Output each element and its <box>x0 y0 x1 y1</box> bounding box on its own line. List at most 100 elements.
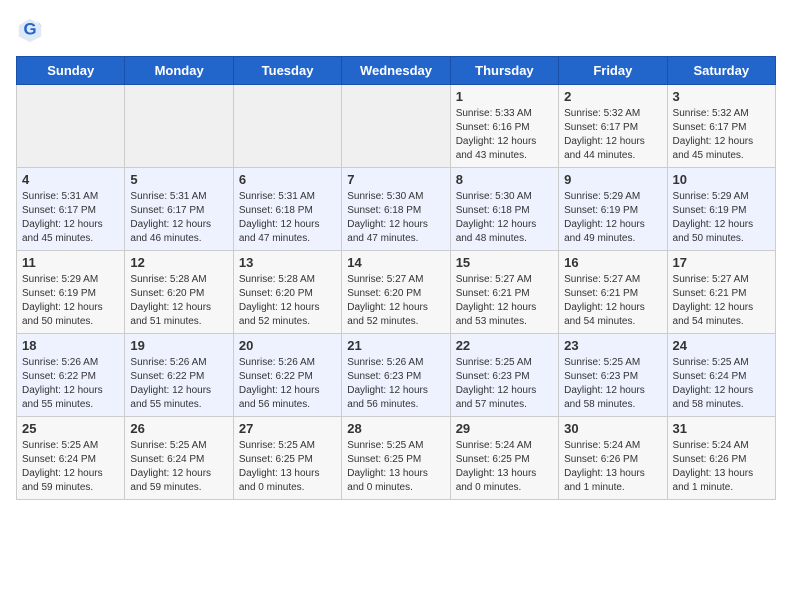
calendar-cell <box>342 85 450 168</box>
day-number: 14 <box>347 255 444 270</box>
day-number: 7 <box>347 172 444 187</box>
calendar-cell: 26 Sunrise: 5:25 AM Sunset: 6:24 PM Dayli… <box>125 417 233 500</box>
day-content: Sunrise: 5:29 AM Sunset: 6:19 PM Dayligh… <box>673 190 770 246</box>
day-number: 30 <box>564 421 661 436</box>
day-content: Sunrise: 5:25 AM Sunset: 6:25 PM Dayligh… <box>239 439 336 495</box>
day-number: 10 <box>673 172 770 187</box>
day-number: 1 <box>456 89 553 104</box>
day-content: Sunrise: 5:27 AM Sunset: 6:20 PM Dayligh… <box>347 273 444 329</box>
calendar-cell: 22Sunrise: 5:25 AM Sunset: 6:23 PM Dayli… <box>450 334 558 417</box>
calendar-cell: 12Sunrise: 5:28 AM Sunset: 6:20 PM Dayli… <box>125 251 233 334</box>
calendar-cell: 4 Sunrise: 5:31 AM Sunset: 6:17 PM Daylig… <box>17 168 125 251</box>
calendar-week-5: 25 Sunrise: 5:25 AM Sunset: 6:24 PM Dayli… <box>17 417 776 500</box>
day-number: 16 <box>564 255 661 270</box>
calendar-table: SundayMondayTuesdayWednesdayThursdayFrid… <box>16 56 776 500</box>
header-sunday: Sunday <box>17 57 125 85</box>
day-number: 28 <box>347 421 444 436</box>
logo: G <box>16 16 48 44</box>
calendar-cell: 10 Sunrise: 5:29 AM Sunset: 6:19 PM Dayli… <box>667 168 775 251</box>
day-content: Sunrise: 5:24 AM Sunset: 6:26 PM Dayligh… <box>673 439 770 495</box>
day-number: 15 <box>456 255 553 270</box>
calendar-week-2: 4 Sunrise: 5:31 AM Sunset: 6:17 PM Daylig… <box>17 168 776 251</box>
day-number: 26 <box>130 421 227 436</box>
day-number: 29 <box>456 421 553 436</box>
day-content: Sunrise: 5:25 AM Sunset: 6:24 PM Dayligh… <box>22 439 119 495</box>
day-content: Sunrise: 5:33 AM Sunset: 6:16 PM Dayligh… <box>456 107 553 163</box>
calendar-cell: 15 Sunrise: 5:27 AM Sunset: 6:21 PM Dayli… <box>450 251 558 334</box>
calendar-cell: 23 Sunrise: 5:25 AM Sunset: 6:23 PM Dayli… <box>559 334 667 417</box>
day-number: 20 <box>239 338 336 353</box>
calendar-cell: 14 Sunrise: 5:27 AM Sunset: 6:20 PM Dayli… <box>342 251 450 334</box>
day-content: Sunrise: 5:31 AM Sunset: 6:17 PM Dayligh… <box>22 190 119 246</box>
day-number: 18 <box>22 338 119 353</box>
calendar-cell: 19 Sunrise: 5:26 AM Sunset: 6:22 PM Dayli… <box>125 334 233 417</box>
day-content: Sunrise: 5:29 AM Sunset: 6:19 PM Dayligh… <box>22 273 119 329</box>
svg-text:G: G <box>23 20 36 39</box>
day-number: 2 <box>564 89 661 104</box>
calendar-cell: 20 Sunrise: 5:26 AM Sunset: 6:22 PM Dayli… <box>233 334 341 417</box>
day-content: Sunrise: 5:30 AM Sunset: 6:18 PM Dayligh… <box>456 190 553 246</box>
day-number: 11 <box>22 255 119 270</box>
calendar-cell: 16 Sunrise: 5:27 AM Sunset: 6:21 PM Dayli… <box>559 251 667 334</box>
calendar-header: SundayMondayTuesdayWednesdayThursdayFrid… <box>17 57 776 85</box>
day-content: Sunrise: 5:27 AM Sunset: 6:21 PM Dayligh… <box>564 273 661 329</box>
day-number: 17 <box>673 255 770 270</box>
day-content: Sunrise: 5:26 AM Sunset: 6:22 PM Dayligh… <box>22 356 119 412</box>
header-wednesday: Wednesday <box>342 57 450 85</box>
day-content: Sunrise: 5:31 AM Sunset: 6:18 PM Dayligh… <box>239 190 336 246</box>
day-number: 25 <box>22 421 119 436</box>
calendar-cell: 27 Sunrise: 5:25 AM Sunset: 6:25 PM Dayli… <box>233 417 341 500</box>
calendar-week-1: 1 Sunrise: 5:33 AM Sunset: 6:16 PM Daylig… <box>17 85 776 168</box>
day-content: Sunrise: 5:26 AM Sunset: 6:23 PM Dayligh… <box>347 356 444 412</box>
header-tuesday: Tuesday <box>233 57 341 85</box>
calendar-cell: 30 Sunrise: 5:24 AM Sunset: 6:26 PM Dayli… <box>559 417 667 500</box>
day-number: 13 <box>239 255 336 270</box>
calendar-cell <box>233 85 341 168</box>
calendar-cell: 3 Sunrise: 5:32 AM Sunset: 6:17 PM Daylig… <box>667 85 775 168</box>
day-content: Sunrise: 5:32 AM Sunset: 6:17 PM Dayligh… <box>673 107 770 163</box>
day-content: Sunrise: 5:25 AM Sunset: 6:24 PM Dayligh… <box>673 356 770 412</box>
day-content: Sunrise: 5:29 AM Sunset: 6:19 PM Dayligh… <box>564 190 661 246</box>
page-header: G <box>16 16 776 44</box>
day-number: 8 <box>456 172 553 187</box>
day-number: 6 <box>239 172 336 187</box>
day-number: 4 <box>22 172 119 187</box>
calendar-cell: 5 Sunrise: 5:31 AM Sunset: 6:17 PM Daylig… <box>125 168 233 251</box>
day-content: Sunrise: 5:28 AM Sunset: 6:20 PM Dayligh… <box>130 273 227 329</box>
day-content: Sunrise: 5:25 AM Sunset: 6:23 PM Dayligh… <box>564 356 661 412</box>
header-row: SundayMondayTuesdayWednesdayThursdayFrid… <box>17 57 776 85</box>
calendar-week-3: 11 Sunrise: 5:29 AM Sunset: 6:19 PM Dayli… <box>17 251 776 334</box>
day-number: 3 <box>673 89 770 104</box>
calendar-cell: 25 Sunrise: 5:25 AM Sunset: 6:24 PM Dayli… <box>17 417 125 500</box>
day-content: Sunrise: 5:31 AM Sunset: 6:17 PM Dayligh… <box>130 190 227 246</box>
day-number: 9 <box>564 172 661 187</box>
day-content: Sunrise: 5:27 AM Sunset: 6:21 PM Dayligh… <box>673 273 770 329</box>
day-number: 24 <box>673 338 770 353</box>
day-content: Sunrise: 5:26 AM Sunset: 6:22 PM Dayligh… <box>130 356 227 412</box>
logo-icon: G <box>16 16 44 44</box>
calendar-cell <box>17 85 125 168</box>
calendar-cell: 9 Sunrise: 5:29 AM Sunset: 6:19 PM Daylig… <box>559 168 667 251</box>
calendar-week-4: 18 Sunrise: 5:26 AM Sunset: 6:22 PM Dayli… <box>17 334 776 417</box>
header-friday: Friday <box>559 57 667 85</box>
calendar-cell: 18 Sunrise: 5:26 AM Sunset: 6:22 PM Dayli… <box>17 334 125 417</box>
calendar-cell: 31Sunrise: 5:24 AM Sunset: 6:26 PM Dayli… <box>667 417 775 500</box>
header-monday: Monday <box>125 57 233 85</box>
day-number: 27 <box>239 421 336 436</box>
calendar-body: 1 Sunrise: 5:33 AM Sunset: 6:16 PM Daylig… <box>17 85 776 500</box>
day-content: Sunrise: 5:27 AM Sunset: 6:21 PM Dayligh… <box>456 273 553 329</box>
day-content: Sunrise: 5:32 AM Sunset: 6:17 PM Dayligh… <box>564 107 661 163</box>
calendar-cell <box>125 85 233 168</box>
day-content: Sunrise: 5:25 AM Sunset: 6:25 PM Dayligh… <box>347 439 444 495</box>
day-content: Sunrise: 5:24 AM Sunset: 6:26 PM Dayligh… <box>564 439 661 495</box>
day-content: Sunrise: 5:26 AM Sunset: 6:22 PM Dayligh… <box>239 356 336 412</box>
calendar-cell: 7Sunrise: 5:30 AM Sunset: 6:18 PM Daylig… <box>342 168 450 251</box>
calendar-cell: 21Sunrise: 5:26 AM Sunset: 6:23 PM Dayli… <box>342 334 450 417</box>
day-content: Sunrise: 5:25 AM Sunset: 6:24 PM Dayligh… <box>130 439 227 495</box>
header-thursday: Thursday <box>450 57 558 85</box>
calendar-cell: 1 Sunrise: 5:33 AM Sunset: 6:16 PM Daylig… <box>450 85 558 168</box>
day-number: 23 <box>564 338 661 353</box>
day-content: Sunrise: 5:25 AM Sunset: 6:23 PM Dayligh… <box>456 356 553 412</box>
day-number: 19 <box>130 338 227 353</box>
day-number: 5 <box>130 172 227 187</box>
